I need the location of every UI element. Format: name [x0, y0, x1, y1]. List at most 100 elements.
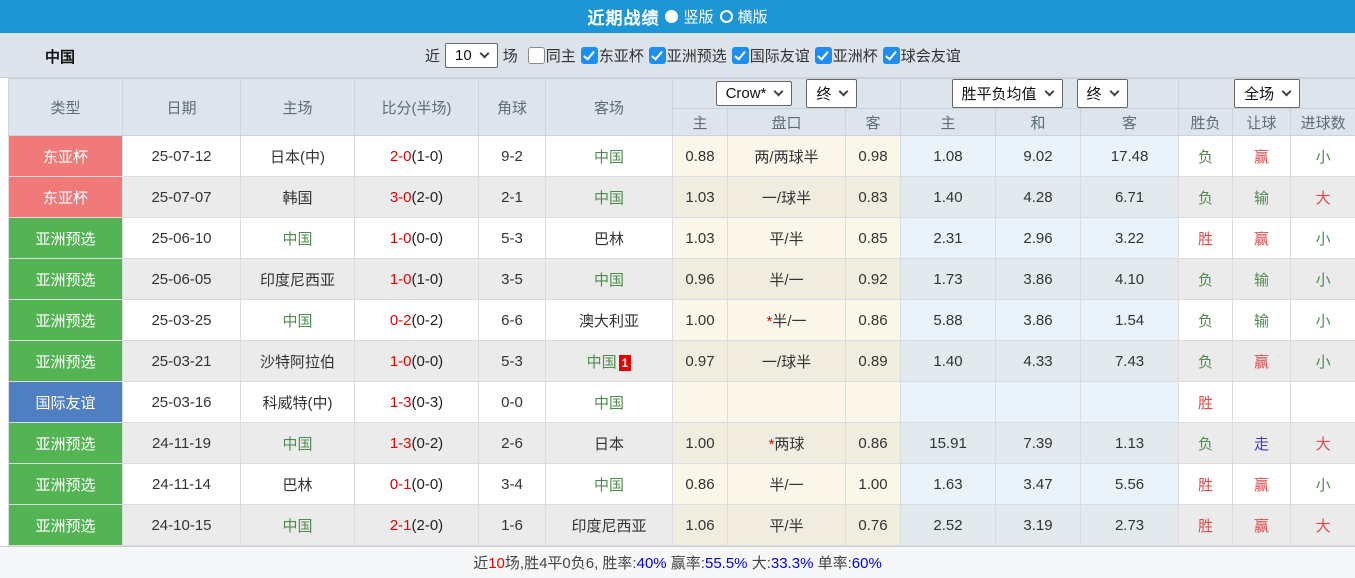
radio-selected-icon[interactable] [665, 10, 679, 23]
odds-source-select[interactable]: Crow* [715, 81, 793, 106]
team-name: 巴林 [593, 230, 624, 248]
half-score: (0-2) [411, 311, 444, 329]
filter-checkbox-item[interactable]: 球会友谊 [882, 45, 961, 66]
summary-segment: 场,胜4平0负6, 胜率: [504, 555, 637, 572]
euro-home-odds-cell: 1.40 [900, 340, 997, 382]
euro-home-odds-cell: 2.52 [900, 504, 997, 546]
handicap-cell: 半/一 [727, 463, 846, 505]
euro-away-odds-cell: 1.54 [1080, 299, 1180, 341]
filter-checkbox-item[interactable]: 同主 [527, 45, 576, 66]
layout-radio-selected[interactable]: 竖版 [665, 6, 714, 27]
corners-cell: 5-3 [478, 217, 546, 259]
table-header: 类型 日期 主场 比分(半场) 角球 客场 Crow* 终 胜平负均值 终 全场… [8, 78, 1355, 136]
half-score: (2-0) [411, 188, 444, 206]
team-name: 澳大利亚 [578, 312, 639, 330]
match-count-select[interactable]: 10 [445, 43, 498, 68]
subcol-euro-home: 主 [900, 108, 997, 136]
result-cell: 负 [1178, 422, 1234, 464]
corners-cell: 5-3 [478, 340, 546, 382]
col-header-type: 类型 [8, 78, 123, 136]
chevron-down-icon [479, 48, 490, 59]
table-row: 亚洲预选 24-10-15 中国 2-1(2-0) 1-6 印度尼西亚 1.06 平/半 0.7… [8, 504, 1355, 546]
handicap-cell: 平/半 [727, 504, 846, 546]
date-cell: 25-03-25 [122, 299, 241, 341]
filter-checkbox-item[interactable]: 亚洲杯 [814, 45, 878, 66]
odds-source-value: Crow* [725, 85, 767, 102]
team-name: 日本 [593, 435, 624, 453]
table-row: 亚洲预选 25-03-21 沙特阿拉伯 1-0(0-0) 5-3 中国 1 0.97 一/球半 0… [8, 340, 1355, 382]
summary-segment: 大: [747, 555, 771, 572]
filter-controls: 近 10 场 同主 东亚杯 亚洲预选 国际友谊 亚洲杯 球会友谊 [425, 33, 961, 78]
asian-odds-header-cell: Crow* 终 [671, 78, 902, 109]
checkbox-unchecked-icon[interactable] [527, 47, 545, 64]
full-score: 2-1 [389, 516, 412, 534]
handicap-cell: 一/球半 [727, 176, 846, 218]
summary-segment: 单率: [813, 555, 852, 572]
asian-away-odds-cell: 0.86 [844, 422, 902, 464]
summary-segment: 33.3% [770, 555, 814, 572]
full-score: 3-0 [389, 188, 412, 206]
goals-cell: 小 [1290, 299, 1355, 341]
date-cell: 25-07-07 [122, 176, 241, 218]
team-name: 中国 [282, 435, 313, 453]
filter-checkbox-item[interactable]: 国际友谊 [731, 45, 810, 66]
handicap-text: 两/两球半 [754, 148, 819, 166]
handicap-text: 平/半 [769, 230, 804, 248]
subcol-handicap: 盘口 [727, 108, 846, 136]
goals-cell: 小 [1290, 463, 1355, 505]
asian-home-odds-cell: 1.00 [672, 299, 728, 341]
date-cell: 25-03-16 [122, 381, 241, 423]
checkbox-checked-icon[interactable] [882, 47, 900, 64]
goals-cell: 小 [1290, 135, 1355, 177]
euro-draw-odds-cell: 3.19 [995, 504, 1082, 546]
col-header-home: 主场 [240, 78, 355, 136]
away-team-cell: 印度尼西亚 [545, 504, 673, 546]
wdl-time-select[interactable]: 终 [1076, 79, 1128, 108]
handicap-text: 两球 [774, 435, 805, 453]
league-type-cell: 东亚杯 [8, 176, 123, 218]
handicap-cell: 半/一 [727, 258, 846, 300]
date-cell: 24-11-19 [122, 422, 241, 464]
half-score: (0-3) [411, 393, 444, 411]
asian-home-odds-cell: 0.88 [672, 135, 728, 177]
league-type-cell: 亚洲预选 [8, 340, 123, 382]
handicap-result-cell: 赢 [1232, 135, 1292, 177]
title-bar: 近期战绩 竖版 横版 [0, 0, 1355, 33]
handicap-cell: 平/半 [727, 217, 846, 259]
handicap-result-cell: 走 [1232, 422, 1292, 464]
result-cell: 负 [1178, 176, 1234, 218]
team-name: 巴林 [282, 476, 313, 494]
away-team-cell: 中国 [545, 381, 673, 423]
euro-home-odds-cell [900, 381, 997, 423]
euro-away-odds-cell [1080, 381, 1180, 423]
goals-cell [1290, 381, 1355, 423]
filter-checkbox-item[interactable]: 东亚杯 [580, 45, 644, 66]
date-cell: 25-06-10 [122, 217, 241, 259]
radio-unselected-icon[interactable] [719, 10, 733, 23]
home-team-cell: 中国 [240, 504, 355, 546]
result-cell: 胜 [1178, 381, 1234, 423]
corners-cell: 0-0 [478, 381, 546, 423]
checkbox-checked-icon[interactable] [648, 47, 666, 64]
half-score: (2-0) [411, 516, 444, 534]
scope-select[interactable]: 全场 [1234, 79, 1301, 108]
filter-checkbox-item[interactable]: 亚洲预选 [648, 45, 727, 66]
wdl-average-select[interactable]: 胜平负均值 [951, 79, 1063, 108]
near-label: 近 [425, 48, 441, 65]
handicap-text: 一/球半 [761, 353, 812, 371]
asian-home-odds-cell: 1.06 [672, 504, 728, 546]
checkbox-checked-icon[interactable] [814, 47, 832, 64]
euro-draw-odds-cell [995, 381, 1082, 423]
filter-checkbox-label: 东亚杯 [598, 48, 644, 65]
date-cell: 24-10-15 [122, 504, 241, 546]
asian-away-odds-cell: 0.98 [844, 135, 902, 177]
checkbox-checked-icon[interactable] [731, 47, 749, 64]
odds-time-select[interactable]: 终 [806, 79, 858, 108]
checkbox-checked-icon[interactable] [580, 47, 598, 64]
corners-cell: 2-1 [478, 176, 546, 218]
filter-checkbox-label: 同主 [545, 48, 576, 65]
layout-radio-option[interactable]: 横版 [719, 6, 768, 27]
euro-draw-odds-cell: 7.39 [995, 422, 1082, 464]
home-team-cell: 科威特(中) [240, 381, 355, 423]
score-cell: 1-0(1-0) [354, 258, 479, 300]
